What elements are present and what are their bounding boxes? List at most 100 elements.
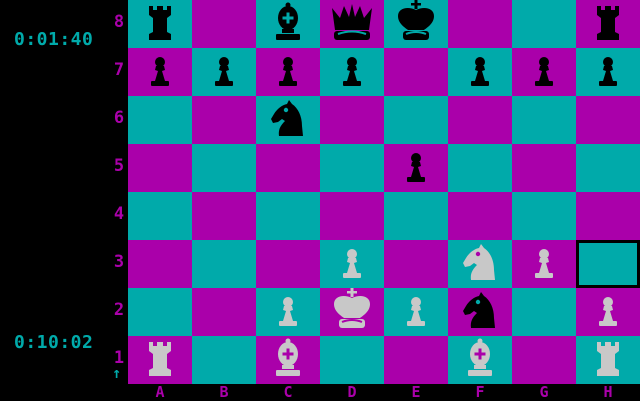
white-pawn-icon[interactable]: [576, 288, 640, 336]
black-rook-icon[interactable]: [576, 0, 640, 48]
square-b2[interactable]: [192, 288, 256, 336]
square-c4[interactable]: [256, 192, 320, 240]
square-d2[interactable]: [320, 288, 384, 336]
square-b8[interactable]: [192, 0, 256, 48]
square-h4[interactable]: [576, 192, 640, 240]
square-c5[interactable]: [256, 144, 320, 192]
square-f8[interactable]: [448, 0, 512, 48]
square-f7[interactable]: [448, 48, 512, 96]
square-f3[interactable]: [448, 240, 512, 288]
square-h8[interactable]: [576, 0, 640, 48]
square-d6[interactable]: [320, 96, 384, 144]
black-rook-icon[interactable]: [128, 0, 192, 48]
white-pawn-icon[interactable]: [320, 240, 384, 288]
square-a1[interactable]: [128, 336, 192, 384]
file-label-a: A: [155, 383, 165, 401]
square-f6[interactable]: [448, 96, 512, 144]
square-g5[interactable]: [512, 144, 576, 192]
square-b3[interactable]: [192, 240, 256, 288]
square-b1[interactable]: [192, 336, 256, 384]
white-pawn-icon[interactable]: [512, 240, 576, 288]
white-rook-icon[interactable]: [128, 336, 192, 384]
square-d5[interactable]: [320, 144, 384, 192]
black-pawn-icon[interactable]: [384, 144, 448, 192]
file-label-d: D: [347, 383, 357, 401]
file-label-c: C: [283, 383, 293, 401]
square-a5[interactable]: [128, 144, 192, 192]
square-e3[interactable]: [384, 240, 448, 288]
square-c2[interactable]: [256, 288, 320, 336]
black-pawn-icon[interactable]: [448, 48, 512, 96]
file-label-e: E: [411, 383, 421, 401]
square-c8[interactable]: [256, 0, 320, 48]
black-king-icon[interactable]: [384, 0, 448, 48]
square-h6[interactable]: [576, 96, 640, 144]
square-d7[interactable]: [320, 48, 384, 96]
square-b6[interactable]: [192, 96, 256, 144]
square-a2[interactable]: [128, 288, 192, 336]
square-d8[interactable]: [320, 0, 384, 48]
rank-label-5: 5: [113, 156, 125, 176]
rank-label-6: 6: [113, 108, 125, 128]
black-queen-icon[interactable]: [320, 0, 384, 48]
square-b4[interactable]: [192, 192, 256, 240]
white-pawn-icon[interactable]: [256, 288, 320, 336]
square-h2[interactable]: [576, 288, 640, 336]
square-a4[interactable]: [128, 192, 192, 240]
square-f2[interactable]: [448, 288, 512, 336]
white-bishop-icon[interactable]: [256, 336, 320, 384]
rank-label-2: 2: [113, 300, 125, 320]
square-a7[interactable]: [128, 48, 192, 96]
square-d3[interactable]: [320, 240, 384, 288]
square-f4[interactable]: [448, 192, 512, 240]
square-h7[interactable]: [576, 48, 640, 96]
square-e5[interactable]: [384, 144, 448, 192]
square-e7[interactable]: [384, 48, 448, 96]
square-g2[interactable]: [512, 288, 576, 336]
black-pawn-icon[interactable]: [128, 48, 192, 96]
square-e2[interactable]: [384, 288, 448, 336]
white-rook-icon[interactable]: [576, 336, 640, 384]
square-a8[interactable]: [128, 0, 192, 48]
black-bishop-icon[interactable]: [256, 0, 320, 48]
square-d1[interactable]: [320, 336, 384, 384]
black-pawn-icon[interactable]: [512, 48, 576, 96]
square-h1[interactable]: [576, 336, 640, 384]
white-bishop-icon[interactable]: [448, 336, 512, 384]
black-pawn-icon[interactable]: [192, 48, 256, 96]
square-h3[interactable]: [576, 240, 640, 288]
black-clock: 0:01:40: [14, 29, 94, 50]
square-c1[interactable]: [256, 336, 320, 384]
square-g3[interactable]: [512, 240, 576, 288]
square-f5[interactable]: [448, 144, 512, 192]
square-g6[interactable]: [512, 96, 576, 144]
square-g1[interactable]: [512, 336, 576, 384]
turn-arrow-icon: ↑: [112, 364, 122, 382]
square-e1[interactable]: [384, 336, 448, 384]
square-c3[interactable]: [256, 240, 320, 288]
square-a3[interactable]: [128, 240, 192, 288]
square-d4[interactable]: [320, 192, 384, 240]
square-g4[interactable]: [512, 192, 576, 240]
black-pawn-icon[interactable]: [576, 48, 640, 96]
white-king-icon[interactable]: [320, 288, 384, 336]
square-c7[interactable]: [256, 48, 320, 96]
square-e4[interactable]: [384, 192, 448, 240]
black-knight-icon[interactable]: [256, 96, 320, 144]
square-b5[interactable]: [192, 144, 256, 192]
square-a6[interactable]: [128, 96, 192, 144]
square-b7[interactable]: [192, 48, 256, 96]
black-knight-icon[interactable]: [448, 288, 512, 336]
square-e6[interactable]: [384, 96, 448, 144]
square-e8[interactable]: [384, 0, 448, 48]
square-h5[interactable]: [576, 144, 640, 192]
black-pawn-icon[interactable]: [320, 48, 384, 96]
black-pawn-icon[interactable]: [256, 48, 320, 96]
square-f1[interactable]: [448, 336, 512, 384]
square-g8[interactable]: [512, 0, 576, 48]
rank-label-3: 3: [113, 252, 125, 272]
white-pawn-icon[interactable]: [384, 288, 448, 336]
white-knight-icon[interactable]: [448, 240, 512, 288]
square-c6[interactable]: [256, 96, 320, 144]
square-g7[interactable]: [512, 48, 576, 96]
